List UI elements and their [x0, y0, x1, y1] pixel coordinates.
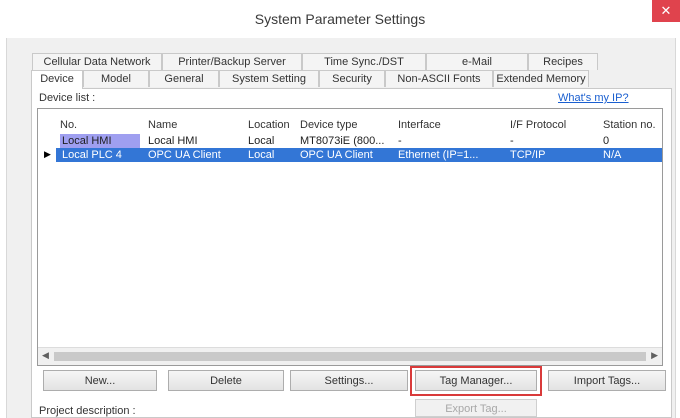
tab-security[interactable]: Security [319, 70, 385, 87]
column-header-station-no[interactable]: Station no. [603, 119, 656, 131]
cell-protocol: - [510, 135, 514, 147]
cell-device-type: OPC UA Client [300, 149, 373, 161]
tab-time-sync-dst[interactable]: Time Sync./DST [302, 53, 426, 70]
cell-location: Local [248, 135, 275, 147]
cell-no: Local HMI [60, 134, 140, 148]
window-title: System Parameter Settings [254, 11, 426, 27]
table-row[interactable]: Local HMI Local HMI Local MT8073iE (800.… [38, 134, 662, 148]
cell-name: Local HMI [148, 135, 198, 147]
column-header-location[interactable]: Location [248, 119, 290, 131]
project-description-label: Project description : [39, 405, 136, 417]
cell-interface: - [398, 135, 402, 147]
scroll-right-icon[interactable]: ▶ [651, 350, 658, 361]
tab-device[interactable]: Device [31, 70, 83, 89]
table-row-selected[interactable]: Local PLC 4 OPC UA Client Local OPC UA C… [56, 148, 662, 162]
tab-email[interactable]: e-Mail [426, 53, 528, 70]
cell-device-type: MT8073iE (800... [300, 135, 385, 147]
tab-system-setting[interactable]: System Setting [219, 70, 319, 87]
whats-my-ip-link[interactable]: What's my IP? [558, 92, 629, 104]
column-header-no[interactable]: No. [60, 119, 77, 131]
title-bar: System Parameter Settings ✕ [0, 0, 680, 38]
tab-non-ascii-fonts[interactable]: Non-ASCII Fonts [385, 70, 493, 87]
tab-row-1: Cellular Data Network Printer/Backup Ser… [32, 53, 598, 71]
scrollbar-thumb[interactable] [54, 352, 646, 361]
column-header-if-protocol[interactable]: I/F Protocol [510, 119, 566, 131]
tab-cellular-data-network[interactable]: Cellular Data Network [32, 53, 162, 70]
tab-extended-memory[interactable]: Extended Memory [493, 70, 589, 87]
delete-button[interactable]: Delete [168, 370, 284, 391]
tab-general[interactable]: General [149, 70, 219, 87]
cell-protocol: TCP/IP [510, 149, 546, 161]
export-tag-button[interactable]: Export Tag... [415, 399, 537, 417]
tag-manager-button[interactable]: Tag Manager... [415, 370, 537, 391]
cell-station: N/A [603, 149, 622, 161]
settings-button[interactable]: Settings... [290, 370, 408, 391]
column-header-device-type[interactable]: Device type [300, 119, 357, 131]
tab-recipes[interactable]: Recipes [528, 53, 598, 70]
column-header-name[interactable]: Name [148, 119, 177, 131]
cell-no: Local PLC 4 [62, 149, 122, 161]
tab-printer-backup-server[interactable]: Printer/Backup Server [162, 53, 302, 70]
tab-model[interactable]: Model [83, 70, 149, 87]
new-button[interactable]: New... [43, 370, 157, 391]
horizontal-scrollbar[interactable]: ◀ ▶ [38, 347, 662, 365]
device-list[interactable]: No. Name Location Device type Interface … [37, 108, 663, 366]
cell-location: Local [248, 149, 275, 161]
scroll-left-icon[interactable]: ◀ [42, 350, 49, 361]
tab-row-2: Device Model General System Setting Secu… [31, 70, 589, 89]
row-pointer-icon: ▶ [44, 149, 51, 159]
cell-station: 0 [603, 135, 610, 147]
column-header-interface[interactable]: Interface [398, 119, 441, 131]
close-icon[interactable]: ✕ [652, 0, 680, 22]
import-tags-button[interactable]: Import Tags... [548, 370, 666, 391]
cell-interface: Ethernet (IP=1... [398, 149, 479, 161]
device-list-label: Device list : [39, 92, 96, 104]
cell-name: OPC UA Client [148, 149, 221, 161]
